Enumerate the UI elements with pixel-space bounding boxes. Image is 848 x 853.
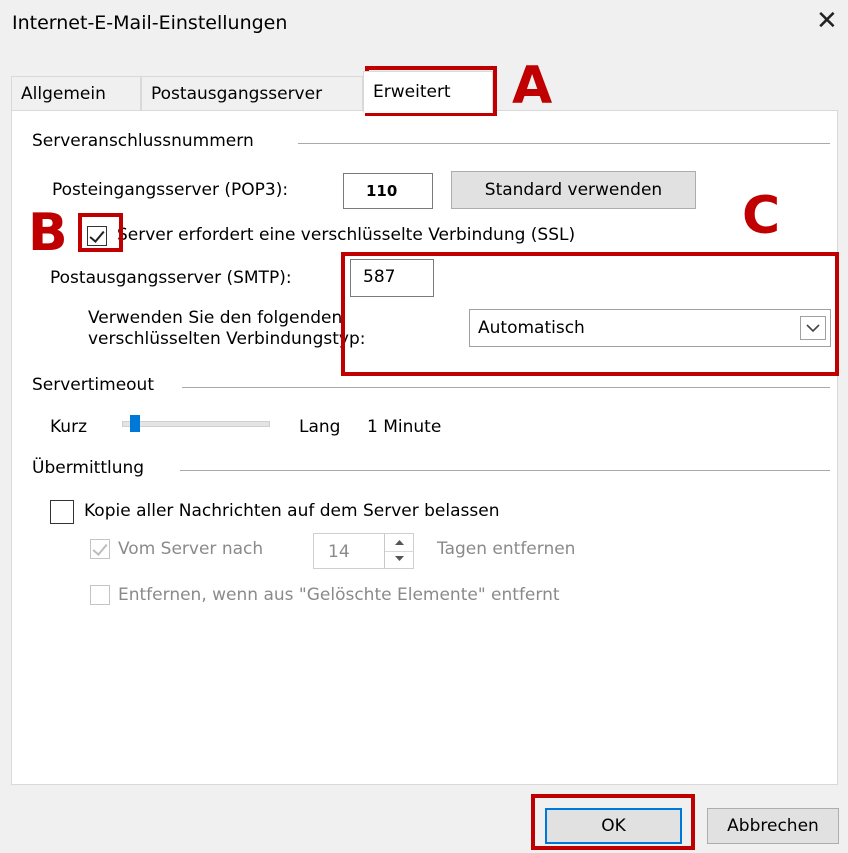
timeout-slider-track[interactable] <box>122 421 270 427</box>
timeout-long-label: Lang <box>299 417 341 437</box>
smtp-label: Postausgangsserver (SMTP): <box>50 268 292 288</box>
days-suffix-label: Tagen entfernen <box>437 539 576 559</box>
annotation-letter-b: B <box>28 203 68 263</box>
tab-panel-erweitert <box>11 110 838 785</box>
remove-after-checkbox[interactable] <box>90 539 110 559</box>
tab-erweitert[interactable]: Erweitert <box>363 71 493 113</box>
timeout-short-label: Kurz <box>50 417 87 437</box>
annotation-box-ok <box>531 794 695 850</box>
tab-postausgangsserver[interactable]: Postausgangsserver <box>141 76 363 110</box>
close-icon[interactable]: ✕ <box>816 6 838 36</box>
section-title-delivery: Übermittlung <box>32 458 145 478</box>
spin-down-icon[interactable] <box>385 551 414 568</box>
spin-up-icon[interactable] <box>385 534 414 552</box>
default-port-button[interactable]: Standard verwenden <box>451 171 696 209</box>
annotation-letter-a: A <box>512 56 553 116</box>
section-title-timeout: Servertimeout <box>32 375 154 395</box>
encryption-label-line1: Verwenden Sie den folgenden <box>88 308 343 328</box>
remove-deleted-checkbox[interactable] <box>90 585 110 605</box>
tab-allgemein[interactable]: Allgemein <box>11 76 141 110</box>
pop3-label: Posteingangsserver (POP3): <box>52 180 289 200</box>
days-spinbox[interactable]: 14 <box>313 533 414 569</box>
days-value: 14 <box>328 542 350 562</box>
remove-deleted-label: Entfernen, wenn aus "Gelöschte Elemente"… <box>118 585 560 605</box>
pop3-port-input[interactable]: 110 <box>343 173 433 209</box>
section-rule <box>182 387 830 388</box>
annotation-box-c <box>341 252 839 376</box>
days-spin-buttons <box>384 534 414 568</box>
timeout-value-label: 1 Minute <box>367 417 442 437</box>
tab-strip: Allgemein Postausgangsserver Erweitert <box>11 71 839 113</box>
section-rule <box>180 470 830 471</box>
leave-copy-label: Kopie aller Nachrichten auf dem Server b… <box>84 501 500 521</box>
remove-after-label: Vom Server nach <box>118 539 264 559</box>
cancel-button[interactable]: Abbrechen <box>707 808 839 844</box>
timeout-slider-thumb[interactable] <box>130 415 141 432</box>
ssl-checkbox-label: Server erfordert eine verschlüsselte Ver… <box>117 225 576 245</box>
window-title: Internet-E-Mail-Einstellungen <box>12 12 288 34</box>
section-rule <box>298 143 830 144</box>
section-title-ports: Serveranschlussnummern <box>32 131 254 151</box>
annotation-letter-c: C <box>742 186 781 246</box>
encryption-type-label: Verwenden Sie den folgenden verschlüssel… <box>88 308 365 350</box>
annotation-box-b <box>78 213 123 252</box>
leave-copy-checkbox[interactable] <box>50 500 74 524</box>
encryption-label-line2: verschlüsselten Verbindungstyp: <box>88 329 366 349</box>
